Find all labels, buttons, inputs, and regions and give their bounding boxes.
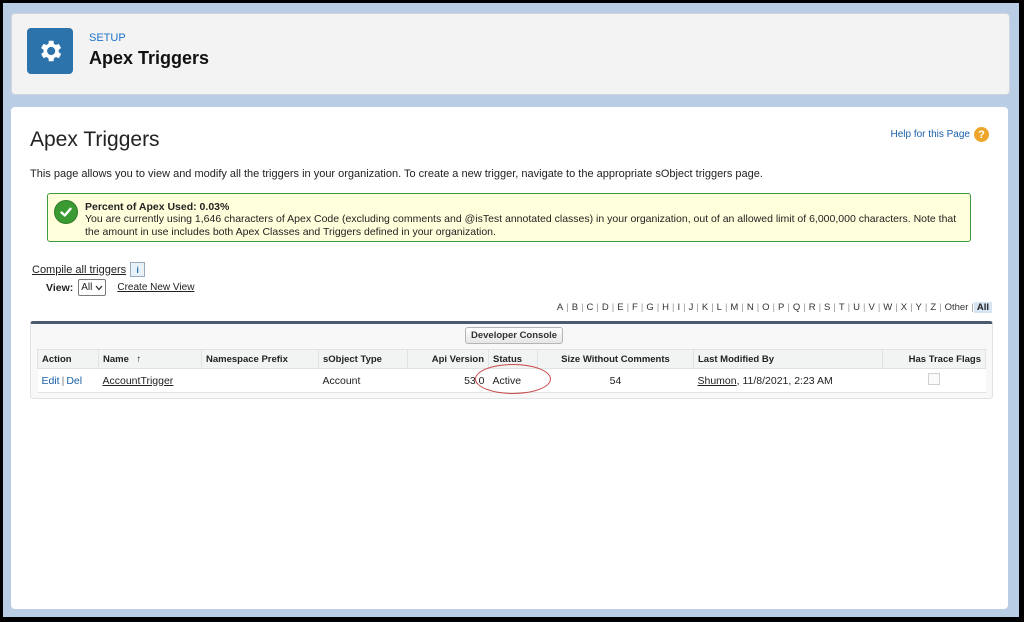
compile-all-triggers-link[interactable]: Compile all triggers bbox=[32, 264, 126, 276]
cell-api-version: 53.0 bbox=[407, 368, 489, 393]
edit-link[interactable]: Edit bbox=[42, 375, 60, 387]
page-description: This page allows you to view and modify … bbox=[30, 168, 763, 180]
alpha-filter-o[interactable]: O bbox=[759, 302, 772, 313]
alpha-filter-j[interactable]: J bbox=[686, 302, 697, 313]
sort-ascending-icon: ↑ bbox=[136, 353, 142, 365]
header-title: Apex Triggers bbox=[89, 48, 210, 68]
alpha-filter-h[interactable]: H bbox=[659, 302, 672, 313]
alpha-filter-w[interactable]: W bbox=[880, 302, 895, 313]
view-select[interactable]: All bbox=[78, 279, 107, 296]
view-label: View: bbox=[46, 281, 74, 294]
help-link[interactable]: Help for this Page bbox=[891, 129, 971, 140]
column-header-api-version: Api Version bbox=[407, 349, 489, 369]
cell-action: Edit | Del bbox=[37, 368, 99, 393]
modified-date: , 11/8/2021, 2:23 AM bbox=[736, 374, 833, 387]
alpha-filter-b[interactable]: B bbox=[569, 302, 581, 313]
help-icon[interactable]: ? bbox=[974, 127, 989, 142]
alpha-filter-a[interactable]: A bbox=[554, 302, 566, 313]
alpha-filter-y[interactable]: Y bbox=[913, 302, 925, 313]
column-header-namespace: Namespace Prefix bbox=[201, 349, 319, 369]
view-select-value: All bbox=[81, 282, 93, 293]
alpha-filter-q[interactable]: Q bbox=[790, 302, 803, 313]
alpha-filter-p[interactable]: P bbox=[775, 302, 787, 313]
cell-status: Active bbox=[474, 364, 551, 394]
trigger-name-link[interactable]: AccountTrigger bbox=[103, 375, 174, 387]
column-header-sobject: sObject Type bbox=[318, 349, 408, 369]
cell-trace-flags bbox=[882, 368, 986, 393]
setup-kicker: SETUP bbox=[89, 32, 126, 44]
page-title: Apex Triggers bbox=[30, 128, 160, 151]
trace-flags-checkbox[interactable] bbox=[927, 373, 940, 385]
column-header-size: Size Without Comments bbox=[537, 349, 694, 369]
alpha-filter-t[interactable]: T bbox=[836, 302, 848, 313]
alpha-filter-i[interactable]: I bbox=[675, 302, 684, 313]
info-icon[interactable]: i bbox=[130, 262, 146, 277]
column-header-last-modified: Last Modified By bbox=[693, 349, 883, 369]
cell-name: AccountTrigger bbox=[98, 368, 202, 393]
triggers-list: Developer Console Action Name ↑ Namespac… bbox=[30, 321, 993, 399]
message-body: You are currently using 1,646 characters… bbox=[85, 213, 957, 238]
alpha-filter-m[interactable]: M bbox=[727, 302, 741, 313]
gear-icon bbox=[27, 28, 73, 74]
cell-size: 54 bbox=[537, 368, 694, 393]
alpha-filter-k[interactable]: K bbox=[699, 302, 711, 313]
help-area: Help for this Page ? bbox=[891, 127, 989, 142]
column-header-trace-flags: Has Trace Flags bbox=[882, 349, 986, 369]
alphabet-filter: A | B | C | D | E | F | G | H | I | J | K | L | M | N | O | P | Q | R | S | T |… bbox=[554, 302, 992, 313]
alpha-filter-g[interactable]: G bbox=[643, 302, 656, 313]
message-title: Percent of Apex Used: 0.03% bbox=[85, 201, 230, 213]
alpha-filter-z[interactable]: Z bbox=[927, 302, 939, 313]
apex-usage-message: Percent of Apex Used: 0.03% You are curr… bbox=[47, 193, 971, 242]
cell-sobject: Account bbox=[318, 368, 408, 393]
create-new-view-link[interactable]: Create New View bbox=[117, 282, 194, 293]
alpha-filter-c[interactable]: C bbox=[584, 302, 597, 313]
column-header-name-label: Name bbox=[103, 353, 129, 365]
alpha-filter-u[interactable]: U bbox=[850, 302, 863, 313]
triggers-table: Action Name ↑ Namespace Prefix sObject T… bbox=[37, 349, 986, 394]
alpha-filter-r[interactable]: R bbox=[806, 302, 819, 313]
developer-console-button[interactable]: Developer Console bbox=[465, 327, 564, 344]
table-header-row: Action Name ↑ Namespace Prefix sObject T… bbox=[37, 349, 986, 369]
alpha-filter-all[interactable]: All bbox=[973, 302, 992, 313]
cell-namespace bbox=[201, 368, 319, 393]
app-frame: SETUP Apex Triggers Apex Triggers Help f… bbox=[3, 3, 1019, 617]
column-header-action: Action bbox=[37, 349, 99, 369]
alpha-filter-s[interactable]: S bbox=[821, 302, 833, 313]
alpha-filter-f[interactable]: F bbox=[629, 302, 641, 313]
alpha-filter-other[interactable]: Other bbox=[942, 302, 972, 313]
column-header-status: Status bbox=[488, 349, 538, 369]
alpha-filter-v[interactable]: V bbox=[865, 302, 877, 313]
checkmark-icon bbox=[54, 200, 78, 224]
view-row: View: All Create New View bbox=[46, 279, 194, 296]
table-row: Edit | Del AccountTrigger Account 53.0 Act… bbox=[37, 364, 986, 394]
delete-link[interactable]: Del bbox=[66, 375, 82, 387]
alpha-filter-n[interactable]: N bbox=[744, 302, 757, 313]
compile-row: Compile all triggers i bbox=[32, 262, 146, 277]
alpha-filter-l[interactable]: L bbox=[714, 302, 725, 313]
column-header-name[interactable]: Name ↑ bbox=[98, 349, 202, 369]
status-value: Active bbox=[492, 374, 522, 387]
alpha-filter-x[interactable]: X bbox=[898, 302, 910, 313]
modified-by-user-link[interactable]: Shumon bbox=[698, 375, 737, 387]
cell-last-modified: Shumon, 11/8/2021, 2:23 AM bbox=[693, 368, 883, 393]
chevron-down-icon bbox=[95, 285, 103, 290]
setup-header: SETUP Apex Triggers bbox=[11, 13, 1010, 95]
main-panel: Apex Triggers Help for this Page ? This … bbox=[11, 107, 1008, 609]
alpha-filter-e[interactable]: E bbox=[614, 302, 626, 313]
alpha-filter-d[interactable]: D bbox=[599, 302, 612, 313]
